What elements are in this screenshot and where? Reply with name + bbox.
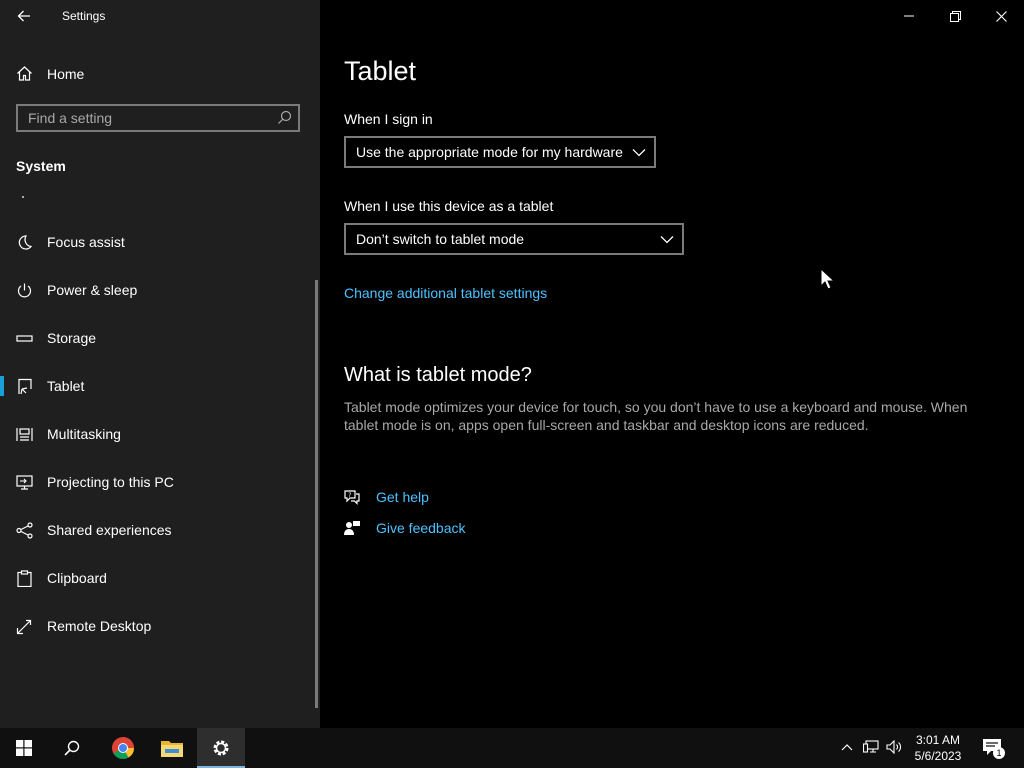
what-is-tablet-mode-heading: What is tablet mode?: [344, 364, 532, 386]
start-button[interactable]: [0, 728, 48, 768]
selection-indicator: [0, 376, 4, 396]
sidebar-item-label: Home: [47, 66, 85, 82]
svg-text:?: ?: [348, 492, 351, 499]
power-icon: [17, 283, 32, 298]
clock-date: 5/6/2023: [914, 749, 962, 763]
dropdown-value: Don’t switch to tablet mode: [356, 231, 525, 247]
sidebar-item-tablet[interactable]: Tablet: [0, 366, 314, 406]
chevron-down-icon: [660, 236, 674, 244]
tablet-mode-dropdown[interactable]: Don’t switch to tablet mode: [344, 223, 684, 255]
storage-icon: [16, 335, 33, 342]
sidebar-item-shared-experiences[interactable]: Shared experiences: [0, 510, 314, 550]
sidebar-item-clipboard[interactable]: Clipboard: [0, 558, 314, 598]
sidebar-item-label: Shared experiences: [47, 522, 172, 538]
search-box[interactable]: [16, 104, 300, 132]
volume-tray-button[interactable]: [885, 738, 903, 756]
mouse-cursor-icon: [820, 268, 834, 290]
chevron-down-icon: [632, 149, 646, 157]
get-help-icon: ?: [344, 490, 360, 505]
sidebar-item-power-sleep[interactable]: Power & sleep: [0, 270, 314, 310]
remote-desktop-icon: [16, 619, 32, 635]
sidebar-item-label: Storage: [47, 330, 97, 346]
projecting-icon: [16, 475, 33, 490]
search-icon: [64, 740, 80, 756]
restore-button[interactable]: [932, 0, 978, 32]
notification-count-badge: 1: [993, 747, 1005, 759]
app-title: Settings: [62, 9, 106, 23]
tablet-use-label: When I use this device as a tablet: [344, 198, 554, 214]
title-bar: Settings: [0, 0, 320, 32]
sidebar-item-label: Clipboard: [47, 570, 107, 586]
sidebar-item-home[interactable]: Home: [0, 56, 320, 90]
sidebar-item-storage[interactable]: Storage: [0, 318, 314, 358]
sign-in-label: When I sign in: [344, 111, 433, 127]
sidebar-scrollbar[interactable]: [315, 280, 318, 708]
close-button[interactable]: [978, 0, 1024, 32]
tablet-mode-description: Tablet mode optimizes your device for to…: [344, 399, 968, 433]
taskbar-search-button[interactable]: [48, 728, 96, 768]
chrome-icon: [112, 737, 134, 759]
network-icon: [863, 740, 879, 753]
shared-experiences-icon: [16, 522, 33, 539]
change-tablet-settings-link[interactable]: Change additional tablet settings: [344, 285, 547, 301]
sidebar-item-label: Tablet: [47, 378, 85, 394]
file-explorer-taskbar-button[interactable]: [148, 728, 196, 768]
chrome-taskbar-button[interactable]: [99, 728, 147, 768]
back-arrow-icon: [17, 10, 30, 22]
sidebar-item-projecting[interactable]: Projecting to this PC: [0, 462, 314, 502]
clock-time: 3:01 AM: [915, 733, 961, 747]
close-icon: [995, 10, 1007, 22]
sidebar-item-label: Focus assist: [47, 234, 125, 250]
give-feedback-label: Give feedback: [376, 520, 466, 536]
moon-icon: [18, 235, 33, 250]
sign-in-mode-dropdown[interactable]: Use the appropriate mode for my hardware: [344, 136, 656, 168]
taskbar-clock[interactable]: 3:01 AM 5/6/2023: [904, 732, 972, 764]
page-title: Tablet: [344, 56, 417, 86]
home-icon: [17, 66, 32, 81]
clipboard-icon: [17, 570, 32, 587]
settings-sidebar: Settings Home System Focus assist Power …: [0, 0, 320, 728]
sidebar-item-remote-desktop[interactable]: Remote Desktop: [0, 606, 314, 646]
get-help-label: Get help: [376, 489, 429, 505]
restore-icon: [949, 10, 961, 22]
multitasking-icon: [16, 428, 33, 441]
search-icon[interactable]: [277, 110, 292, 125]
taskbar: 3:01 AM 5/6/2023 1: [0, 728, 1024, 768]
file-explorer-icon: [161, 741, 183, 757]
sidebar-item-label: Remote Desktop: [47, 618, 152, 634]
search-input[interactable]: [18, 106, 268, 130]
volume-icon: [886, 740, 901, 754]
action-center-button[interactable]: 1: [980, 736, 1006, 760]
give-feedback-icon: [344, 521, 360, 535]
back-button[interactable]: [12, 4, 36, 28]
chevron-up-icon: [841, 744, 853, 751]
minimize-icon: [904, 15, 914, 17]
sidebar-item-label: Multitasking: [47, 426, 121, 442]
network-tray-button[interactable]: [862, 738, 880, 756]
dropdown-value: Use the appropriate mode for my hardware: [356, 144, 623, 160]
settings-icon: [213, 740, 229, 756]
minimize-button[interactable]: [886, 0, 932, 32]
settings-taskbar-button[interactable]: [197, 728, 245, 768]
sidebar-item-multitasking[interactable]: Multitasking: [0, 414, 314, 454]
sidebar-item-label: Power & sleep: [47, 282, 138, 298]
start-icon: [16, 740, 32, 756]
show-hidden-icons-button[interactable]: [838, 738, 856, 756]
sidebar-item-focus-assist[interactable]: Focus assist: [0, 222, 314, 262]
sidebar-item-label: Projecting to this PC: [47, 474, 174, 490]
tablet-icon: [18, 378, 32, 395]
scroll-remnant: [22, 196, 24, 198]
section-title: System: [16, 158, 66, 174]
